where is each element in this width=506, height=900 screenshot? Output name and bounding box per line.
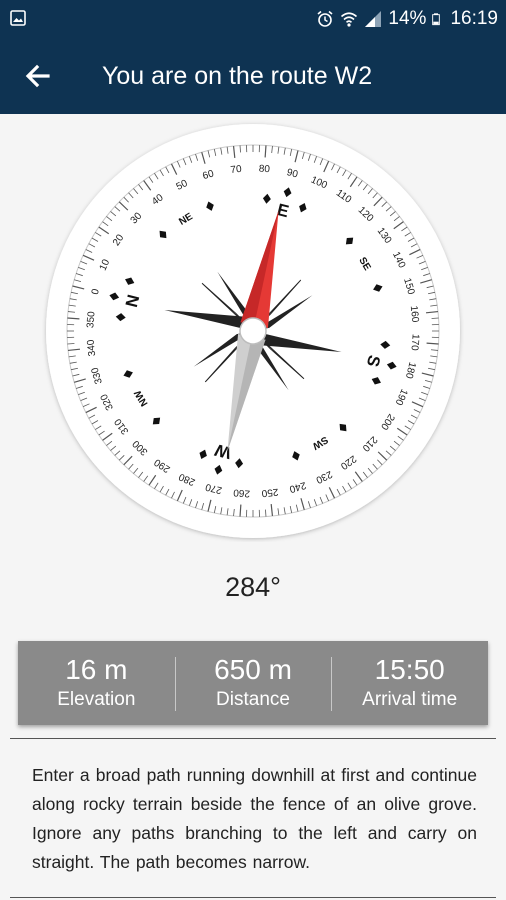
divider [10, 897, 496, 898]
dial-number: 260 [233, 487, 251, 499]
elevation-label: Elevation [57, 689, 136, 710]
elevation-value: 16 m [65, 654, 128, 685]
dial-number: 340 [85, 339, 98, 357]
divider [10, 738, 496, 739]
route-stats-panel: 16 m Elevation 650 m Distance 15:50 Arri… [18, 641, 488, 725]
heading-readout: 284° [225, 572, 281, 602]
elevation-stat: 16 m Elevation [18, 641, 175, 725]
dial-number: 70 [230, 164, 243, 176]
compass: 0 10 20 30 40 50 60 70 80 90 100 110 120 130 140 150 160… [42, 120, 464, 542]
dial-number: 170 [409, 334, 421, 352]
battery-percent: 14% [388, 8, 427, 29]
compass-dial: 0102030405060 70 80 90100110120130140150160… [46, 124, 460, 538]
distance-stat: 650 m Distance [174, 641, 332, 725]
dial-number: 160 [408, 305, 421, 323]
image-icon [10, 10, 26, 26]
distance-label: Distance [216, 689, 290, 710]
dial-number: 250 [261, 486, 279, 499]
page-title: You are on the route W2 [102, 62, 373, 90]
battery-icon [432, 13, 441, 26]
status-bar: 14% 16:19 [0, 0, 506, 38]
status-time: 16:19 [450, 8, 498, 29]
arrival-stat: 15:50 Arrival time [331, 641, 488, 725]
app-bar: You are on the route W2 [0, 38, 506, 114]
wifi-icon [341, 12, 358, 27]
cell-signal-icon [365, 11, 382, 27]
arrival-label: Arrival time [362, 689, 458, 710]
distance-value: 650 m [214, 654, 292, 685]
route-description: Enter a broad path running downhill at f… [32, 765, 477, 872]
alarm-icon [317, 10, 333, 27]
back-arrow-icon[interactable] [20, 58, 56, 94]
arrival-value: 15:50 [374, 654, 445, 685]
dial-number: 80 [258, 164, 270, 176]
dial-number: 350 [85, 311, 97, 329]
